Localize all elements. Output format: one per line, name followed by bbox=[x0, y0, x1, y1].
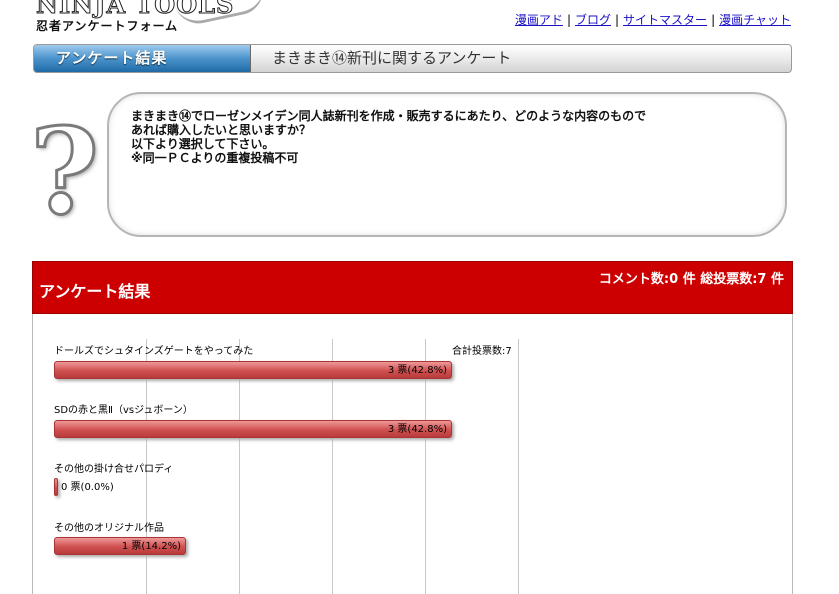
question-line: あれば購入したいと思いますか？ bbox=[131, 123, 312, 137]
link-manga-chat[interactable]: 漫画チャット bbox=[719, 13, 791, 27]
option-label: その他の掛け合せパロディ bbox=[54, 464, 174, 475]
question-line: 以下より選択して下さい。 bbox=[131, 137, 275, 151]
top-links: 漫画アド | ブログ | サイトマスター | 漫画チャット bbox=[515, 11, 791, 28]
question-bubble: まきまき⑭でローゼンメイデン同人誌新刊を作成・販売するにあたり、どのような内容の… bbox=[107, 92, 787, 237]
question-mark-icon: ? bbox=[28, 102, 100, 241]
results-body: 合計投票数:7 ドールズでシュタインズゲートをやってみた 3 票(42.8%) … bbox=[32, 314, 793, 594]
grid-line bbox=[518, 339, 519, 594]
ninja-tools-logo[interactable]: NINJA TOOLS 忍者アンケートフォーム bbox=[35, 0, 268, 33]
results-title: アンケート結果 bbox=[39, 282, 151, 301]
results-tab: アンケート結果 bbox=[34, 45, 251, 72]
results-stats: コメント数:0 件 総投票数:7 件 bbox=[598, 272, 784, 287]
total-votes-label: 合計投票数:7 bbox=[452, 346, 512, 357]
option-vote-text: 3 票(42.8%) bbox=[387, 365, 447, 376]
results-header: アンケート結果 コメント数:0 件 総投票数:7 件 bbox=[32, 261, 793, 314]
option-vote-text: 1 票(14.2%) bbox=[121, 541, 181, 552]
option-bar: 1 票(14.2%) bbox=[54, 537, 186, 555]
link-separator: | bbox=[711, 13, 716, 27]
link-blog[interactable]: ブログ bbox=[575, 13, 611, 27]
survey-title-bar: アンケート結果 まきまき⑭新刊に関するアンケート bbox=[33, 44, 792, 73]
logo-swoosh bbox=[174, 0, 268, 29]
option-vote-text: 0 票(0.0%) bbox=[61, 482, 114, 493]
option-label: その他のオリジナル作品 bbox=[54, 523, 164, 534]
option-vote-text: 3 票(42.8%) bbox=[387, 424, 447, 435]
option-bar: 0 票(0.0%) bbox=[54, 478, 114, 496]
option-label: SDの赤と黒Ⅱ（vsジュボーン） bbox=[54, 405, 193, 416]
question-text: まきまき⑭でローゼンメイデン同人誌新刊を作成・販売するにあたり、どのような内容の… bbox=[131, 109, 646, 165]
link-separator: | bbox=[615, 13, 620, 27]
option-bar: 3 票(42.8%) bbox=[54, 361, 452, 379]
link-manga-ad[interactable]: 漫画アド bbox=[515, 13, 563, 27]
question-line: ※同一ＰＣよりの重複投稿不可 bbox=[131, 151, 299, 165]
link-separator: | bbox=[566, 13, 571, 27]
option-label: ドールズでシュタインズゲートをやってみた bbox=[54, 346, 254, 357]
link-site-master[interactable]: サイトマスター bbox=[623, 13, 707, 27]
option-bar: 3 票(42.8%) bbox=[54, 420, 452, 438]
results-panel: アンケート結果 コメント数:0 件 総投票数:7 件 合計投票数:7 ドールズで… bbox=[32, 261, 793, 594]
logo-subtitle: 忍者アンケートフォーム bbox=[36, 19, 179, 33]
question-line: まきまき⑭でローゼンメイデン同人誌新刊を作成・販売するにあたり、どのような内容の… bbox=[131, 109, 647, 123]
survey-title: まきまき⑭新刊に関するアンケート bbox=[272, 49, 512, 67]
